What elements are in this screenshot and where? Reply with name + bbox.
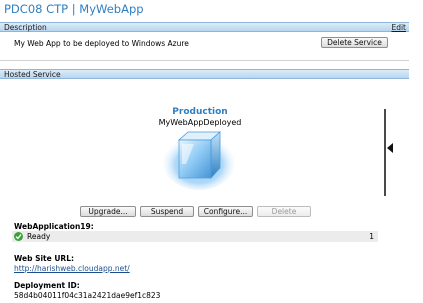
website-url-label: Web Site URL: [14,254,74,263]
configure-button[interactable]: Configure... [198,206,253,217]
window-edge [409,0,423,303]
environment-title: Production [172,107,228,117]
hosted-service-section-header: Hosted Service [0,69,409,79]
page-title: PDC08 CTP | MyWebApp [4,2,144,16]
delete-deployment-button[interactable]: Delete [257,206,311,217]
description-header-label: Description [4,23,47,32]
panel-scroll-track[interactable] [384,109,386,196]
suspend-button[interactable]: Suspend [140,206,194,217]
website-url-link[interactable]: http://harishweb.cloudapp.net/ [14,264,130,273]
role-name: WebApplication19: [14,222,94,231]
role-status-row: Ready 1 [12,231,378,242]
azure-cube-icon [162,126,236,190]
deployment-id: 58d4b04011f04c31a2421dae9ef1c823 [14,291,161,300]
description-section-header: Description Edit [0,22,409,32]
arrow-left-icon[interactable] [387,143,393,153]
check-circle-icon [14,232,23,241]
edit-link[interactable]: Edit [391,23,406,32]
hosted-service-header-label: Hosted Service [4,70,61,79]
upgrade-button[interactable]: Upgrade... [80,206,136,217]
description-text: My Web App to be deployed to Windows Azu… [14,39,189,48]
deployment-id-label: Deployment ID: [14,281,80,290]
section-divider [0,60,409,61]
delete-service-button[interactable]: Delete Service [321,37,388,48]
instance-count: 1 [369,232,374,241]
role-status: Ready [27,232,51,241]
